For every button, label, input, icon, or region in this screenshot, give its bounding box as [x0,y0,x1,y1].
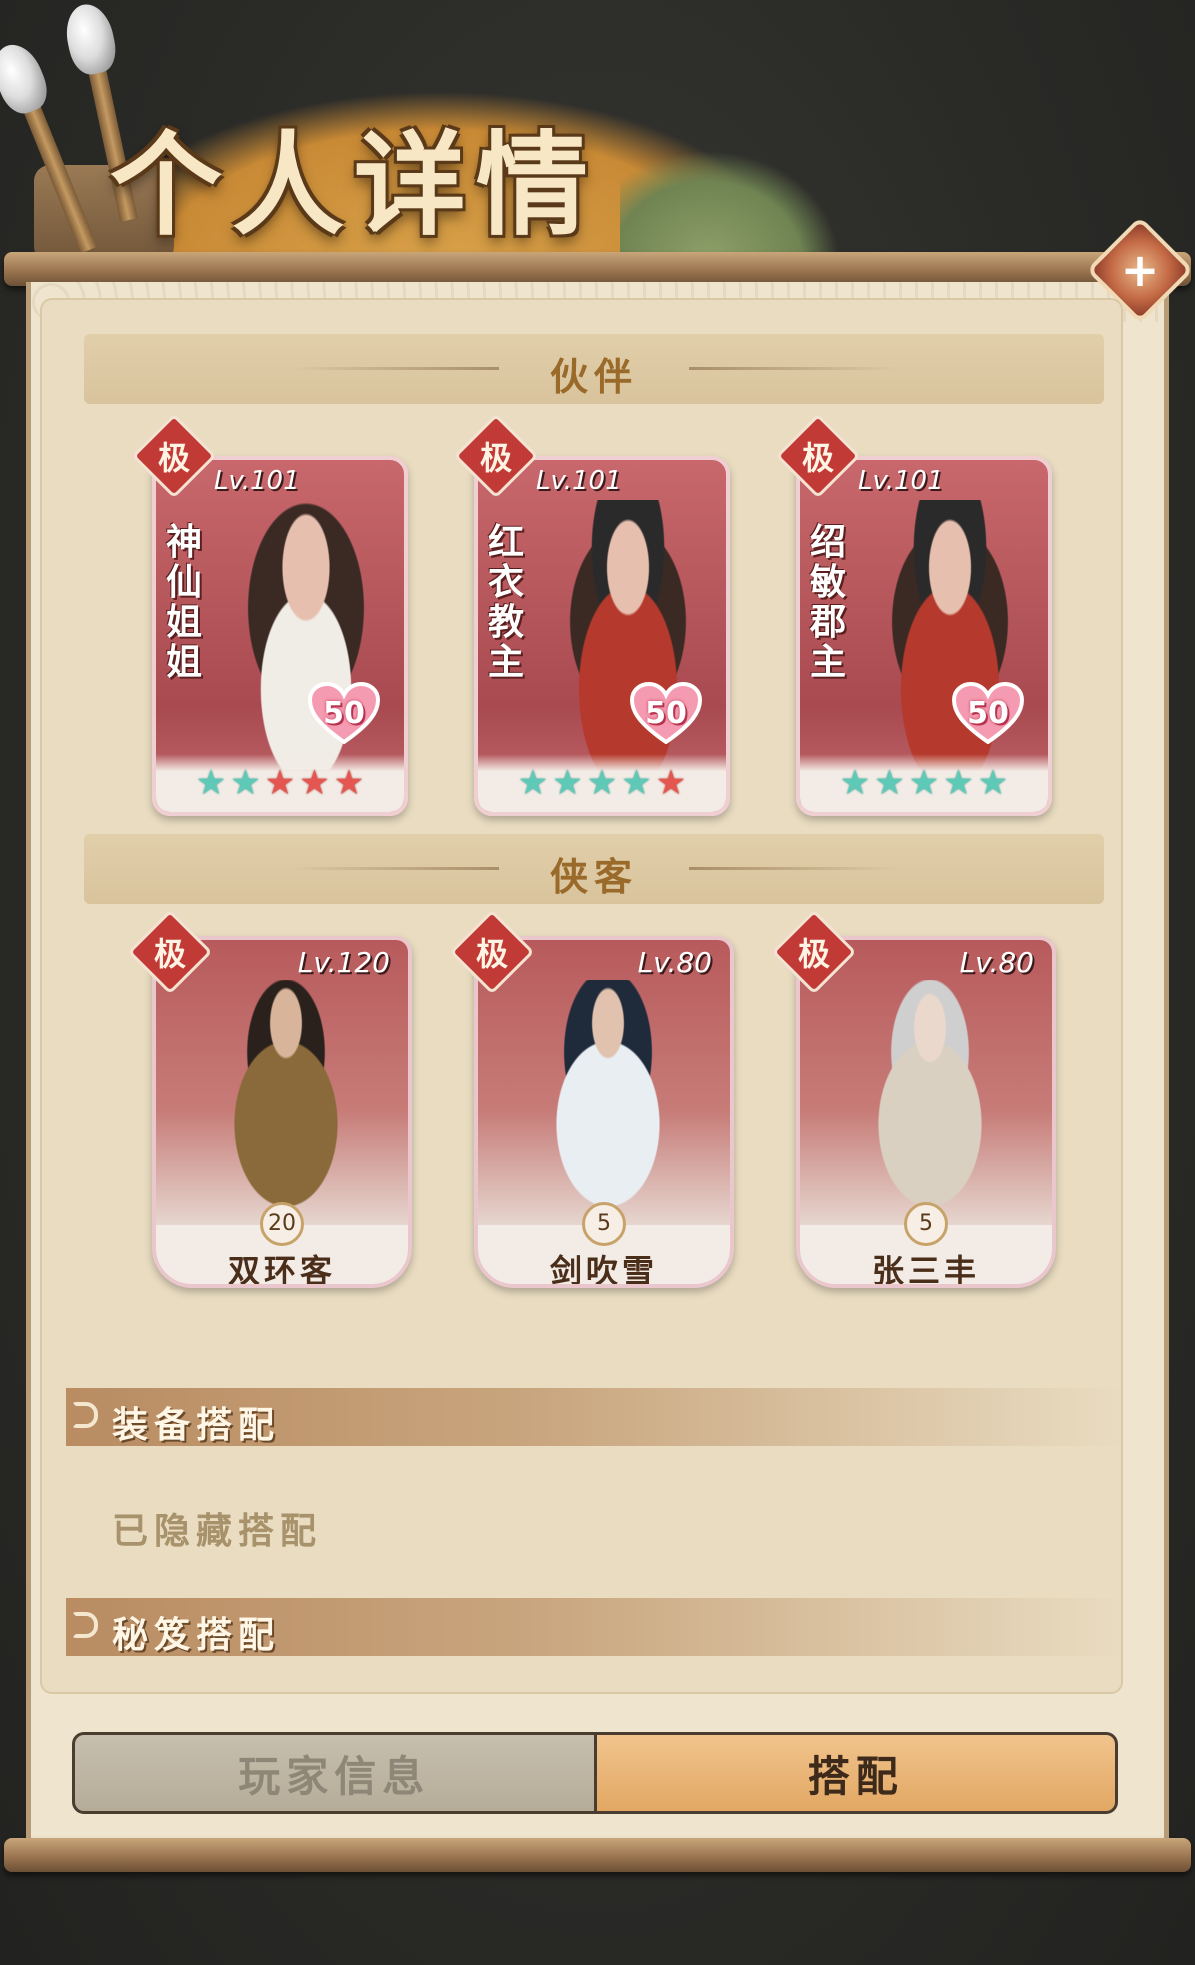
affection-value: 50 [645,696,687,731]
star-rating: ★ ★ ★ ★ ★ [478,754,726,812]
star-icon: ★ [874,763,905,803]
partner-card[interactable]: Lv.101 红 衣 教 主 50 ★ ★ ★ ★ ★ [474,456,730,816]
partners-section-header: 伙伴 [84,334,1104,404]
partner-level: Lv.101 [858,466,944,496]
rank-label: 极 [157,439,191,477]
star-rating: ★ ★ ★ ★ ★ [156,754,404,812]
star-icon: ★ [195,763,227,803]
star-icon: ★ [230,763,261,803]
hero-name: 双环客 [227,1252,336,1288]
scroll-icon [72,1612,98,1638]
hero-star-badge: 5 [904,1202,948,1246]
partner-name: 红 衣 教 主 [488,521,525,683]
rank-label: 极 [153,935,187,973]
scroll-bottom-roller [4,1838,1191,1872]
star-icon: ★ [299,763,330,803]
equipment-section-title: 装备搭配 [112,1404,281,1446]
star-icon: ★ [943,763,974,803]
equipment-section-bar: 装备搭配 [66,1388,1126,1446]
hero-card[interactable]: Lv.80 5 张三丰 [796,936,1056,1288]
star-icon: ★ [977,763,1009,803]
partner-level: Lv.101 [536,466,622,496]
hero-level: Lv.80 [959,946,1034,979]
partner-card[interactable]: Lv.101 神 仙 姐 姐 50 ★ ★ ★ ★ ★ [152,456,408,816]
heroes-section-title: 侠客 [549,854,638,899]
heroes-section-header: 侠客 [84,834,1104,904]
star-icon: ★ [517,763,549,803]
star-icon: ★ [908,763,940,803]
star-rating: ★ ★ ★ ★ ★ [800,754,1048,812]
star-icon: ★ [552,763,583,803]
close-icon: + [1120,243,1160,297]
affection-value: 50 [967,696,1009,731]
rank-label: 极 [479,439,513,477]
hero-level: Lv.120 [297,946,390,979]
star-icon: ★ [333,763,365,803]
rank-label: 极 [801,439,835,477]
page-title: 个人详情 [110,120,598,251]
hero-level: Lv.80 [637,946,712,979]
star-icon: ★ [586,763,618,803]
title-mountain-decoration [620,150,840,260]
scroll-icon [72,1402,98,1428]
manual-section-bar: 秘笈搭配 [66,1598,1126,1656]
partners-section-title: 伙伴 [549,354,638,399]
hero-star-badge: 20 [260,1202,304,1246]
hero-star-badge: 5 [582,1202,626,1246]
tab-player-info[interactable]: 玩家信息 [75,1735,597,1811]
star-icon: ★ [655,763,687,803]
partner-name: 绍 敏 郡 主 [810,521,847,683]
manual-section-title: 秘笈搭配 [112,1614,281,1656]
equipment-hidden-text: 已隐藏搭配 [112,1510,323,1552]
scroll-top-roller [4,252,1191,286]
tab-loadout[interactable]: 搭配 [596,1735,1115,1811]
hero-card[interactable]: Lv.80 5 剑吹雪 [474,936,734,1288]
hero-portrait [156,940,408,1225]
hero-portrait [478,940,730,1225]
partner-name: 神 仙 姐 姐 [166,521,203,683]
hero-name: 剑吹雪 [549,1252,658,1288]
hero-portrait [800,940,1052,1225]
hero-name: 张三丰 [871,1252,980,1288]
rank-label: 极 [475,935,509,973]
star-icon: ★ [839,763,871,803]
star-icon: ★ [621,763,652,803]
partner-card[interactable]: Lv.101 绍 敏 郡 主 50 ★ ★ ★ ★ ★ [796,456,1052,816]
bottom-tab-bar: 玩家信息 搭配 [72,1732,1118,1814]
star-icon: ★ [264,763,296,803]
partner-level: Lv.101 [214,466,300,496]
hero-card[interactable]: Lv.120 20 双环客 [152,936,412,1288]
rank-label: 极 [797,935,831,973]
affection-value: 50 [323,696,365,731]
